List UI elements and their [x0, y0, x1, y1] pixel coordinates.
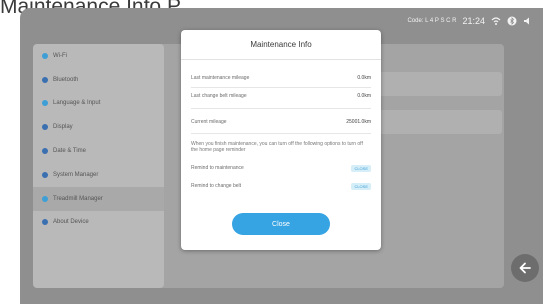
- sidebar-item-label: About Device: [53, 219, 89, 226]
- info-value: 25001.0km: [346, 119, 371, 125]
- info-icon: [42, 219, 48, 226]
- info-value: 0.0km: [357, 93, 371, 99]
- bluetooth-icon: [42, 76, 48, 83]
- sidebar-item-treadmill-manager[interactable]: Treadmill Manager: [33, 186, 164, 211]
- sidebar-item-language[interactable]: Language & Input: [33, 92, 164, 116]
- toggle-row-maintenance: Remind to maintenance CLOSE: [191, 162, 371, 174]
- wifi-icon: [491, 16, 501, 26]
- close-button[interactable]: Close: [232, 213, 330, 235]
- divider: [191, 133, 371, 134]
- divider: [191, 108, 371, 109]
- info-label: Current mileage: [191, 119, 227, 125]
- toggle-label: Remind to change belt: [191, 183, 242, 189]
- sidebar-item-label: Bluetooth: [53, 76, 79, 83]
- volume-icon: [523, 16, 533, 26]
- back-arrow-icon: [519, 262, 531, 274]
- sidebar-item-label: Treadmill Manager: [53, 195, 103, 202]
- display-icon: [42, 124, 48, 131]
- sidebar-item-label: System Manager: [53, 171, 99, 178]
- info-row-last-belt-change: Last change belt mileage 0.0km: [191, 90, 371, 102]
- bluetooth-icon: [507, 16, 517, 26]
- maintenance-reminder-toggle[interactable]: CLOSE: [351, 164, 371, 172]
- back-button[interactable]: [511, 254, 539, 282]
- treadmill-icon: [42, 195, 48, 202]
- sidebar-item-label: Language & Input: [53, 100, 101, 107]
- belt-reminder-toggle[interactable]: CLOSE: [351, 182, 371, 190]
- settings-sidebar: Wi-Fi Bluetooth Language & Input Display…: [33, 44, 164, 288]
- sidebar-item-wifi[interactable]: Wi-Fi: [33, 44, 164, 68]
- info-row-current-mileage: Current mileage 25001.0km: [191, 116, 371, 128]
- sidebar-item-label: Date & Time: [53, 148, 87, 155]
- clock-icon: [42, 148, 48, 155]
- status-time: 21:24: [462, 16, 485, 26]
- sidebar-item-about-device[interactable]: About Device: [33, 211, 164, 235]
- toggle-label: Remind to maintenance: [191, 165, 244, 171]
- info-value: 0.0km: [357, 75, 371, 81]
- reminder-note: When you finish maintenance, you can tur…: [191, 141, 363, 153]
- language-icon: [42, 100, 48, 107]
- sidebar-item-display[interactable]: Display: [33, 115, 164, 139]
- sidebar-item-label: Display: [53, 124, 73, 131]
- sidebar-item-bluetooth[interactable]: Bluetooth: [33, 68, 164, 92]
- divider: [181, 59, 381, 60]
- divider: [191, 87, 371, 88]
- maintenance-info-dialog: Maintenance Info Last maintenance mileag…: [181, 30, 381, 250]
- sidebar-item-system-manager[interactable]: System Manager: [33, 163, 164, 187]
- dialog-title: Maintenance Info: [250, 40, 312, 49]
- wifi-icon: [42, 52, 48, 59]
- sidebar-item-date-time[interactable]: Date & Time: [33, 139, 164, 163]
- status-bar: Code: L 4 P S C R 21:24: [407, 14, 533, 28]
- toggle-row-belt: Remind to change belt CLOSE: [191, 180, 371, 192]
- info-label: Last maintenance mileage: [191, 75, 250, 81]
- system-icon: [42, 171, 48, 178]
- device-code: Code: L 4 P S C R: [407, 18, 457, 24]
- sidebar-item-label: Wi-Fi: [53, 52, 67, 59]
- info-label: Last change belt mileage: [191, 93, 247, 99]
- info-row-last-maintenance: Last maintenance mileage 0.0km: [191, 72, 371, 84]
